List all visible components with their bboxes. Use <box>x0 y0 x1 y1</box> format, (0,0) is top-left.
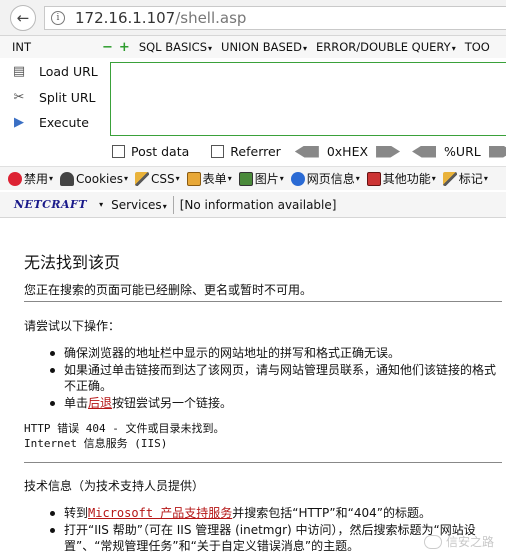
chevron-down-icon: ▾ <box>175 174 180 183</box>
images-icon <box>238 171 253 186</box>
disable-menu[interactable]: 禁用 ▾ <box>8 170 53 187</box>
netcraft-toolbar: NETCRAFT ▾ Services▾ [No information ava… <box>0 192 506 218</box>
misc-menu[interactable]: 其他功能 ▾ <box>366 170 436 187</box>
url-path: /shell.asp <box>175 9 247 27</box>
chevron-down-icon: ▾ <box>162 201 167 211</box>
chevron-down-icon: ▾ <box>431 174 436 183</box>
misc-icon <box>366 171 381 186</box>
hex-encode-arrow-icon[interactable] <box>376 145 401 158</box>
suggestion-list: 确保浏览器的地址栏中显示的网站地址的拼写和格式正确无误。 如果通过单击链接而到达… <box>50 345 502 412</box>
menu-sql-basics[interactable]: SQL BASICS▾ <box>139 40 212 54</box>
url-field[interactable]: i 172.16.1.107/shell.asp <box>44 6 506 30</box>
outline-pencil-icon <box>442 171 457 186</box>
chevron-down-icon: ▾ <box>483 174 488 183</box>
section-heading: 技术信息（为技术支持人员提供） <box>24 479 205 493</box>
divider <box>172 195 174 214</box>
support-link[interactable]: Microsoft 产品支持服务 <box>88 506 232 520</box>
load-url-button[interactable]: ▤ Load URL <box>10 64 98 79</box>
chevron-down-icon[interactable]: ▾ <box>99 200 103 209</box>
page-title: 无法找到该页 <box>24 253 121 272</box>
info-icon <box>290 171 305 186</box>
disable-icon <box>8 171 22 186</box>
back-button[interactable]: ← <box>10 4 36 31</box>
menu-union-based[interactable]: UNION BASED▾ <box>221 40 307 54</box>
url-encode-arrow-icon[interactable] <box>488 145 506 158</box>
list-item: 单击后退按钮尝试另一个链接。 <box>50 395 502 411</box>
error-server: Internet 信息服务 (IIS) <box>24 437 168 450</box>
wechat-icon <box>423 534 442 549</box>
int-select[interactable]: INT <box>12 40 102 54</box>
referrer-label: Referrer <box>230 144 281 159</box>
address-bar: ← i 172.16.1.107/shell.asp <box>0 0 506 36</box>
list-item: 转到Microsoft 产品支持服务并搜索包括“HTTP”和“404”的标题。 <box>50 505 502 521</box>
page-subtitle: 您正在搜索的页面可能已经删除、更名或暂时不可用。 <box>24 283 313 297</box>
chevron-down-icon: ▾ <box>208 44 213 53</box>
list-item: 如果通过单击链接而到达了该网页，请与网站管理员联系，通知他们该链接的格式不正确。 <box>50 362 502 394</box>
error-code: HTTP 错误 404 - 文件或目录未找到。 <box>24 422 225 435</box>
url-host: 172.16.1.107 <box>75 9 176 27</box>
chevron-down-icon: ▾ <box>124 174 129 183</box>
page-content: 无法找到该页 您正在搜索的页面可能已经删除、更名或暂时不可用。 请尝试以下操作：… <box>0 219 506 560</box>
divider <box>24 301 502 302</box>
outline-menu[interactable]: 标记 ▾ <box>442 170 488 187</box>
divider <box>24 462 502 463</box>
split-url-button[interactable]: ✂ Split URL <box>10 90 96 105</box>
list-item: 确保浏览器的地址栏中显示的网站地址的拼写和格式正确无误。 <box>50 345 502 361</box>
chevron-down-icon: ▾ <box>49 174 54 183</box>
chevron-down-icon: ▾ <box>451 44 456 53</box>
split-url-icon: ✂ <box>13 90 25 105</box>
netcraft-info: [No information available] <box>179 197 337 212</box>
back-link[interactable]: 后退 <box>88 396 112 410</box>
cookies-icon <box>60 171 75 186</box>
minus-icon[interactable]: − <box>102 40 113 55</box>
hackbar-toolbar: INT − + SQL BASICS▾ UNION BASED▾ ERROR/D… <box>0 36 506 58</box>
menu-tools[interactable]: TOO <box>465 40 490 54</box>
netcraft-logo[interactable]: NETCRAFT <box>14 198 87 211</box>
css-menu[interactable]: CSS ▾ <box>135 171 180 186</box>
forms-icon <box>186 171 201 186</box>
back-arrow-icon: ← <box>16 8 30 27</box>
site-info-icon[interactable]: i <box>51 11 65 25</box>
chevron-down-icon: ▾ <box>279 174 284 183</box>
post-data-checkbox[interactable] <box>112 145 125 158</box>
post-data-label: Post data <box>131 144 190 159</box>
hackbar-panel: ▤ Load URL ✂ Split URL ▶ Execute Post da… <box>0 58 506 164</box>
referrer-checkbox[interactable] <box>211 145 225 158</box>
url-textarea[interactable] <box>110 62 506 136</box>
url-decode-arrow-icon[interactable] <box>412 145 437 158</box>
forms-menu[interactable]: 表单 ▾ <box>186 170 232 187</box>
menu-error-double-query[interactable]: ERROR/DOUBLE QUERY▾ <box>316 40 456 54</box>
css-pencil-icon <box>135 171 150 186</box>
web-developer-toolbar: 禁用 ▾ Cookies ▾ CSS ▾ 表单 ▾ 图片 ▾ 网页信息 ▾ 其他功能 ▾ 标记… <box>0 166 506 190</box>
execute-button[interactable]: ▶ Execute <box>10 115 89 130</box>
chevron-down-icon: ▾ <box>227 174 232 183</box>
chevron-down-icon: ▾ <box>302 44 307 53</box>
images-menu[interactable]: 图片 ▾ <box>238 170 284 187</box>
hex-decode-arrow-icon[interactable] <box>294 145 319 158</box>
section-heading: 请尝试以下操作： <box>24 319 121 333</box>
page-info-menu[interactable]: 网页信息 ▾ <box>290 170 360 187</box>
hex-label: 0xHEX <box>326 144 369 159</box>
chevron-down-icon: ▾ <box>355 174 360 183</box>
watermark: 信安之路 <box>423 533 494 550</box>
hackbar-options: Post data Referrer 0xHEX %URL <box>112 144 506 159</box>
url-encode-label: %URL <box>444 144 481 159</box>
load-url-icon: ▤ <box>12 64 26 79</box>
plus-icon[interactable]: + <box>119 40 130 55</box>
services-menu[interactable]: Services▾ <box>111 198 167 212</box>
cookies-menu[interactable]: Cookies ▾ <box>60 171 129 186</box>
execute-icon: ▶ <box>14 115 24 130</box>
